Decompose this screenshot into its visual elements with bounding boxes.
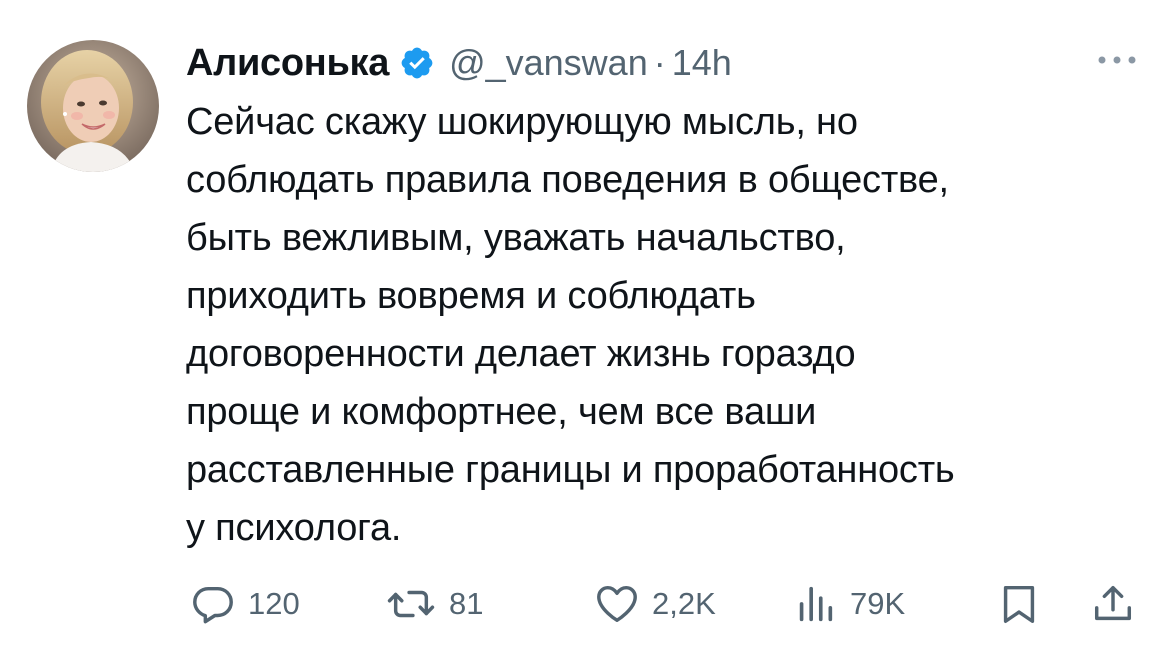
bookmark-icon: [1003, 585, 1035, 623]
like-button[interactable]: 2,2K: [594, 580, 716, 628]
separator-dot: ·: [653, 42, 666, 83]
share-button[interactable]: [1090, 580, 1136, 628]
tweet: Алисонька @_vanswan · 14h Сейчас скажу ш…: [0, 0, 1170, 653]
display-name[interactable]: Алисонька: [186, 42, 389, 85]
verified-badge-icon: [399, 45, 435, 81]
more-dots-icon[interactable]: [1094, 50, 1140, 70]
reply-count: 120: [248, 586, 300, 621]
retweet-count: 81: [449, 586, 484, 621]
retweet-button[interactable]: 81: [385, 580, 483, 628]
bookmark-button[interactable]: [996, 580, 1042, 628]
reply-button[interactable]: 120: [190, 580, 300, 628]
reply-icon: [193, 586, 233, 624]
share-icon: [1094, 585, 1132, 621]
views-button[interactable]: 79K: [792, 580, 905, 628]
user-handle[interactable]: @_vanswan: [449, 42, 648, 84]
tweet-text: Сейчас скажу шокирующую мысль, но соблюд…: [186, 101, 955, 549]
tweet-header: Алисонька @_vanswan · 14h: [186, 38, 732, 88]
views-count: 79K: [850, 586, 906, 621]
timestamp[interactable]: 14h: [672, 42, 732, 84]
action-bar: 120 81 2,2K 79K: [0, 580, 1170, 628]
like-count: 2,2K: [652, 586, 716, 621]
avatar[interactable]: [27, 40, 159, 172]
retweet-icon: [387, 590, 435, 618]
heart-icon: [597, 585, 637, 623]
views-icon: [799, 586, 833, 622]
